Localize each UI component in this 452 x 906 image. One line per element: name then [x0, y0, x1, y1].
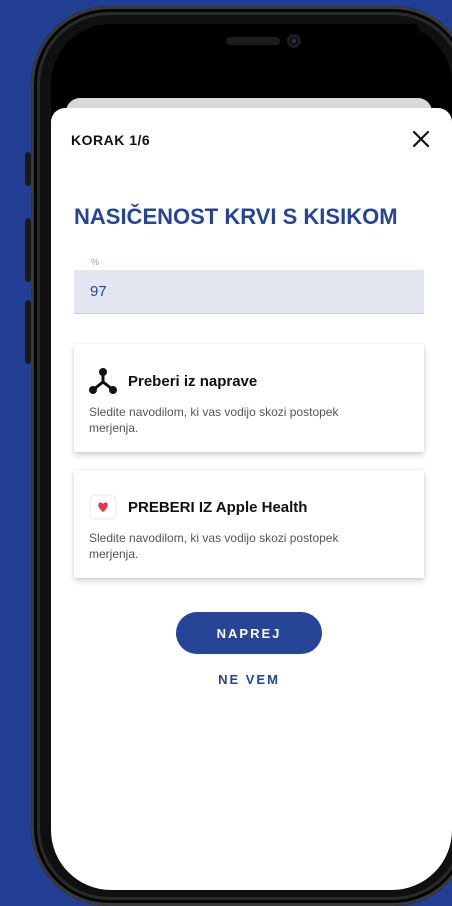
unit-label: % — [91, 257, 100, 267]
card-title: PREBERI IZ Apple Health — [128, 498, 308, 516]
card-description: Sledite navodilom, ki vas vodijo skozi p… — [89, 405, 339, 435]
saturation-field: % — [74, 254, 424, 314]
mute-switch — [25, 152, 31, 186]
apple-health-heart-icon — [88, 492, 118, 522]
background: KORAK 1/6 NASIČENOST KRVI S KISIKOM % 97… — [0, 0, 452, 906]
saturation-input[interactable] — [74, 270, 424, 314]
close-icon — [412, 130, 430, 148]
volume-down-button — [25, 300, 31, 364]
next-button[interactable]: NAPREJ — [176, 612, 322, 654]
close-button[interactable] — [408, 126, 434, 152]
card-title: Preberi iz naprave — [128, 372, 258, 390]
read-from-apple-health-card[interactable]: PREBERI IZ Apple Health Sledite navodilo… — [74, 470, 424, 578]
network-nodes-icon — [88, 366, 118, 396]
card-header: Preberi iz naprave — [88, 366, 257, 396]
page-title: NASIČENOST KRVI S KISIKOM — [74, 204, 398, 229]
card-header: PREBERI IZ Apple Health — [88, 492, 307, 522]
volume-up-button — [25, 218, 31, 282]
step-indicator: KORAK 1/6 — [71, 132, 151, 148]
card-description: Sledite navodilom, ki vas vodijo skozi p… — [89, 531, 339, 561]
front-camera — [287, 34, 301, 48]
dont-know-button[interactable]: NE VEM — [176, 672, 322, 687]
read-from-device-card[interactable]: Preberi iz naprave Sledite navodilom, ki… — [74, 344, 424, 452]
speaker-grille — [226, 37, 280, 45]
notch — [190, 24, 418, 76]
